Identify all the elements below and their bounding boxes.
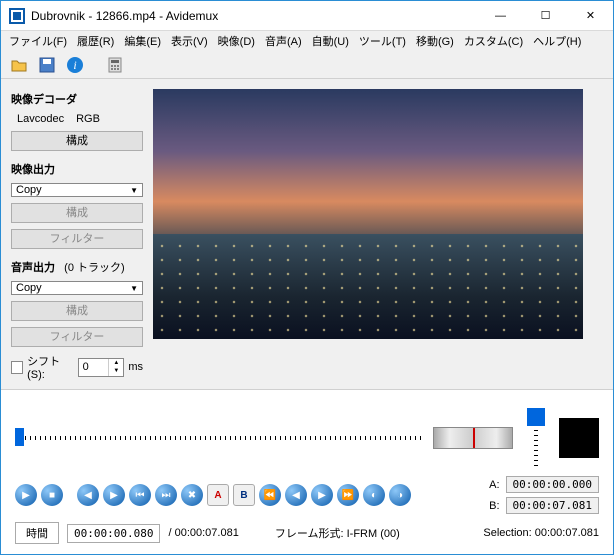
- menu-custom[interactable]: カスタム(C): [460, 31, 527, 51]
- b-label: B:: [489, 500, 499, 512]
- delete-button[interactable]: ✖: [181, 484, 203, 506]
- thumbnail: [559, 418, 599, 458]
- prev-keyframe-button[interactable]: ⏮: [129, 484, 151, 506]
- next-black-button[interactable]: ◑: [389, 484, 411, 506]
- set-a-button[interactable]: A: [207, 484, 229, 506]
- volume-slider[interactable]: [525, 408, 547, 468]
- goto-b-button[interactable]: ▶: [311, 484, 333, 506]
- menu-tools[interactable]: ツール(T): [355, 31, 410, 51]
- shift-spinner[interactable]: 0 ▲▼: [78, 358, 125, 377]
- play-button[interactable]: ▶: [15, 484, 37, 506]
- menu-file[interactable]: ファイル(F): [5, 31, 71, 51]
- decoder-label: 映像デコーダ: [11, 91, 143, 107]
- stop-button[interactable]: ■: [41, 484, 63, 506]
- set-b-button[interactable]: B: [233, 484, 255, 506]
- menu-video[interactable]: 映像(D): [214, 31, 259, 51]
- video-out-select[interactable]: Copy: [11, 183, 143, 197]
- next-keyframe-button[interactable]: ⏭: [155, 484, 177, 506]
- total-time: / 00:00:07.081: [168, 527, 238, 539]
- bottom-panel: ▶ ■ ◀ ▶ ⏮ ⏭ ✖ A B ⏪ ◀ ▶ ⏩ ◐ ◑ A: 00:00:00…: [1, 389, 613, 554]
- decoder-configure-button[interactable]: 構成: [11, 131, 143, 151]
- audio-filter-button[interactable]: フィルター: [11, 327, 143, 347]
- shift-label: シフト(S):: [27, 353, 74, 381]
- maximize-button[interactable]: ☐: [523, 1, 568, 30]
- timeline-slider[interactable]: [15, 428, 421, 448]
- a-label: A:: [489, 479, 499, 491]
- svg-text:i: i: [73, 58, 76, 72]
- audio-out-select[interactable]: Copy: [11, 281, 143, 295]
- video-preview: [153, 89, 583, 339]
- frame-type: フレーム形式: I-FRM (00): [275, 525, 400, 541]
- next-frame-button[interactable]: ▶: [103, 484, 125, 506]
- preview-area: [153, 79, 613, 389]
- menu-audio[interactable]: 音声(A): [261, 31, 306, 51]
- menu-go[interactable]: 移動(G): [412, 31, 458, 51]
- minimize-button[interactable]: —: [478, 1, 523, 30]
- menu-edit[interactable]: 編集(E): [120, 31, 165, 51]
- selection-label: Selection: 00:00:07.081: [483, 527, 599, 539]
- video-out-label: 映像出力: [11, 161, 143, 177]
- decoder-codec: Lavcodec: [17, 113, 64, 125]
- sidebar: 映像デコーダ Lavcodec RGB 構成 映像出力 Copy 構成 フィルタ…: [1, 79, 153, 389]
- goto-start-button[interactable]: ⏪: [259, 484, 281, 506]
- jog-wheel[interactable]: [433, 427, 513, 449]
- a-time: 00:00:00.000: [506, 476, 599, 493]
- info-button[interactable]: i: [63, 53, 87, 77]
- menu-help[interactable]: ヘルプ(H): [529, 31, 585, 51]
- toolbar: i: [1, 51, 613, 79]
- prev-black-button[interactable]: ◐: [363, 484, 385, 506]
- prev-frame-button[interactable]: ◀: [77, 484, 99, 506]
- video-configure-button[interactable]: 構成: [11, 203, 143, 223]
- window-title: Dubrovnik - 12866.mp4 - Avidemux: [31, 9, 478, 23]
- menubar: ファイル(F) 履歴(R) 編集(E) 表示(V) 映像(D) 音声(A) 自動…: [1, 31, 613, 51]
- time-value[interactable]: 00:00:00.080: [67, 524, 160, 543]
- open-button[interactable]: [7, 53, 31, 77]
- close-button[interactable]: ✕: [568, 1, 613, 30]
- shift-checkbox[interactable]: [11, 361, 23, 374]
- menu-view[interactable]: 表示(V): [167, 31, 212, 51]
- menu-history[interactable]: 履歴(R): [73, 31, 118, 51]
- b-time: 00:00:07.081: [506, 497, 599, 514]
- video-filter-button[interactable]: フィルター: [11, 229, 143, 249]
- audio-configure-button[interactable]: 構成: [11, 301, 143, 321]
- titlebar: Dubrovnik - 12866.mp4 - Avidemux — ☐ ✕: [1, 1, 613, 31]
- app-icon: [9, 8, 25, 24]
- goto-end-button[interactable]: ⏩: [337, 484, 359, 506]
- time-label-box[interactable]: 時間: [15, 522, 59, 544]
- shift-unit: ms: [128, 361, 143, 373]
- calculator-button[interactable]: [103, 53, 127, 77]
- menu-auto[interactable]: 自動(U): [308, 31, 353, 51]
- audio-out-label: 音声出力 (0 トラック): [11, 259, 143, 275]
- decoder-color: RGB: [76, 113, 100, 125]
- save-button[interactable]: [35, 53, 59, 77]
- goto-a-button[interactable]: ◀: [285, 484, 307, 506]
